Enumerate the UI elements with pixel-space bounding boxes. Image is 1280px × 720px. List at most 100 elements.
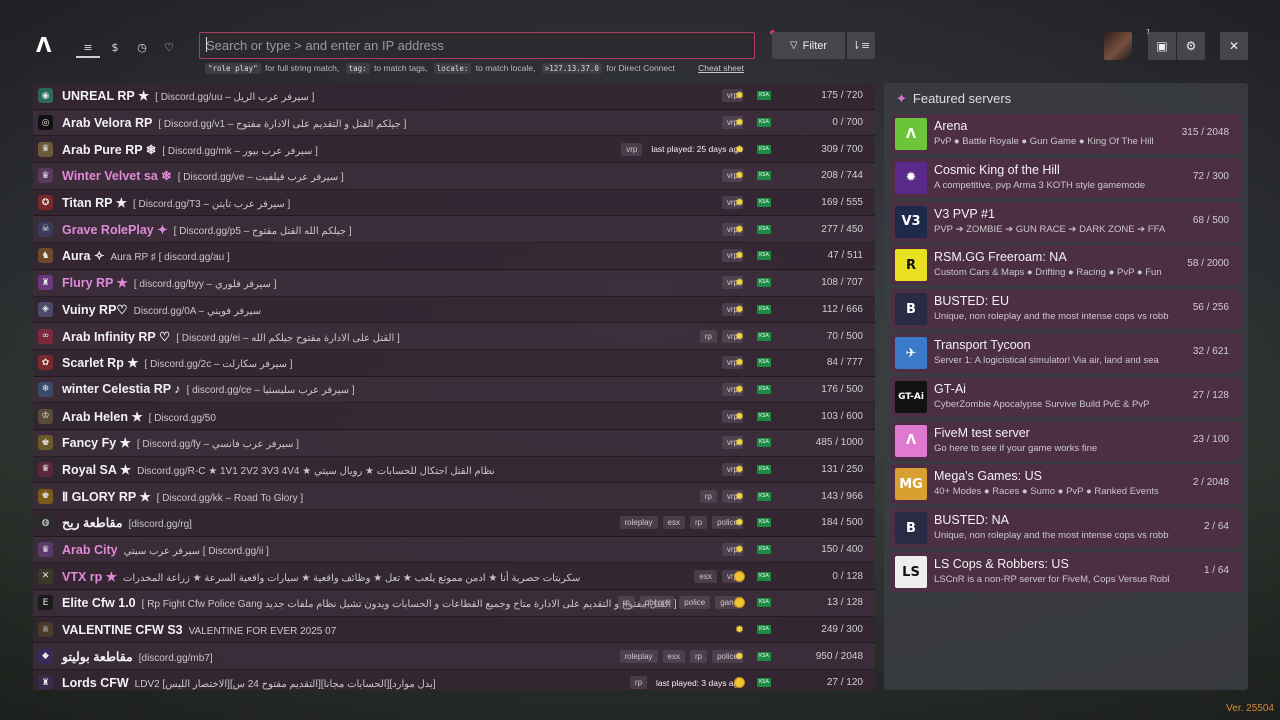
featured-player-count: 1 / 64 (1203, 565, 1229, 576)
server-row[interactable]: ☠ Grave RolePlay ✦ [ Discord.gg/p5 – جيلك… (33, 216, 875, 244)
sun-icon: ✹ (734, 302, 745, 316)
saudi-flag-icon: KSA (757, 651, 771, 661)
sun-icon: ✹ (734, 409, 745, 423)
version-label: Ver. 25504 (1226, 703, 1274, 714)
featured-server-image: Λ (895, 424, 927, 457)
close-button[interactable]: ✕ (1220, 32, 1248, 60)
server-row[interactable]: ✿ Scarlet Rp ★ [ Discord.gg/2c – سيرفر سك… (33, 349, 875, 377)
fivem-logo[interactable]: Λ (36, 34, 56, 56)
featured-server-card[interactable]: MG Mega's Games: US 40+ Modes ● Races ● … (891, 464, 1241, 505)
featured-server-image: LS (895, 556, 927, 588)
server-row[interactable]: ♕ VALENTINE CFW S3 VALENTINE FOR EVER 202… (33, 616, 875, 644)
search-input[interactable] (200, 33, 754, 58)
server-row[interactable]: ♛ Winter Velvet sa ❄ [ Discord.gg/ve – سي… (33, 163, 875, 190)
server-name: Scarlet Rp ★ [ Discord.gg/2c – سيرفر سكار… (62, 355, 293, 370)
server-icon: ♔ (38, 408, 53, 424)
server-icon: ♛ (38, 141, 53, 157)
featured-server-card[interactable]: ✹ Cosmic King of the Hill A competitive,… (891, 157, 1241, 198)
filter-button[interactable]: ▽ Filter (772, 32, 845, 59)
featured-server-name: GT-Ai (934, 381, 966, 396)
server-tag: qbcore (639, 596, 675, 610)
server-row[interactable]: ♜ Flury RP ★ [ discord.gg/byy – سيرفر فلو… (33, 269, 875, 297)
server-row[interactable]: ♔ Arab Helen ★[ Discord.gg/50 vrp ✹ KSA … (33, 403, 875, 430)
heart-icon[interactable]: ♡ (157, 38, 181, 56)
saudi-flag-icon: KSA (757, 171, 771, 181)
saudi-flag-icon: KSA (757, 331, 771, 341)
server-tags: rp qbcore police gang (617, 596, 743, 610)
featured-server-card[interactable]: B BUSTED: EU Unique, non roleplay and th… (891, 289, 1241, 330)
featured-player-count: 56 / 256 (1192, 302, 1229, 314)
sort-button[interactable]: ⇂≡ (847, 32, 875, 59)
featured-server-name: BUSTED: NA (934, 513, 1010, 528)
saudi-flag-icon: KSA (757, 118, 771, 128)
notifications-button[interactable]: ▣ (1148, 32, 1176, 60)
cheat-sheet-link[interactable]: Cheat sheet (698, 63, 744, 73)
player-count: 0 / 128 (832, 570, 863, 582)
featured-server-card[interactable]: ✈ Transport Tycoon Server 1: A logicisti… (891, 333, 1241, 373)
search-bar[interactable] (199, 32, 755, 59)
settings-button[interactable]: ⚙ (1177, 32, 1205, 60)
server-row[interactable]: ✕ VTX rp ★ سكربتات حصرية أنا ★ ادمن مموتع… (33, 563, 875, 591)
server-row[interactable]: ♛ Royal SA ★ Discord.gg/R-C ★ 1V1 2V2 3V3… (33, 456, 875, 484)
avatar[interactable] (1104, 32, 1132, 60)
server-row[interactable]: ◍ مقاطعة ريح [discord.gg/rg] roleplay esx r… (33, 510, 875, 537)
featured-server-card[interactable]: GT-Ai GT-Ai CyberZombie Apocalypse Survi… (891, 376, 1241, 417)
dollar-icon[interactable]: $ (103, 38, 127, 56)
player-count: 84 / 777 (826, 357, 863, 369)
server-row[interactable]: ◆ مقاطعة بوليتو [discord.gg/mb7] roleplay… (33, 643, 875, 671)
server-row[interactable]: ✪ Titan RP ★ [ Discord.gg/T3 – سيرفر عرب … (33, 189, 875, 217)
server-row[interactable]: E Elite Cfw 1.0 [ Rp Fight Cfw Police Gan… (33, 590, 875, 617)
server-row[interactable]: ◉ UNREAL RP ★ [ Discord.gg/uu – سيرفر عرب… (33, 83, 875, 110)
featured-server-card[interactable]: V3 V3 PVP #1 PVP ➔ ZOMBIE ➔ GUN RACE ➔ D… (891, 201, 1241, 242)
server-description: سكربتات حصرية أنا ★ ادمن مموتع يلعب ★ تع… (122, 572, 581, 584)
featured-player-count: 2 / 2048 (1192, 477, 1229, 489)
server-row[interactable]: ♛ Arab City سيرفر عرب سيتي [ Discord.gg/i… (33, 536, 875, 564)
server-description: [discord.gg/mb7] (138, 652, 213, 664)
featured-server-description: Unique, non roleplay and the most intens… (934, 311, 1169, 323)
featured-player-count: 23 / 100 (1192, 433, 1229, 445)
server-row[interactable]: ∞ Arab Infinity RP ♡ [ Discord.gg/ei – ال… (33, 323, 875, 350)
sun-icon: ✹ (734, 489, 745, 503)
hint-code-string: "role play" (205, 63, 261, 74)
server-name-text: Flury RP ★ (62, 276, 128, 291)
server-icon: ♚ (38, 435, 53, 451)
server-row[interactable]: ♜ Lords CFW LDV2 [الاختصار الليس][التقديم… (33, 670, 875, 690)
list-icon[interactable]: ≡ (76, 38, 100, 58)
featured-server-card[interactable]: Λ Arena PvP ● Battle Royale ● Gun Game ●… (891, 114, 1241, 154)
server-name-text: Winter Velvet sa ❄ (62, 169, 172, 184)
featured-server-card[interactable]: R RSM.GG Freeroam: NA Custom Cars & Maps… (891, 245, 1241, 286)
server-row[interactable]: ♛ Arab Pure RP ❄ [ Discord.gg/mk – سيرفر … (33, 136, 875, 164)
server-icon: ✕ (38, 568, 53, 584)
server-name: VALENTINE CFW S3 VALENTINE FOR EVER 2025 … (62, 623, 336, 637)
server-row[interactable]: ◈ Vuiny RP♡ Discord.gg/0A – سيرفر فويني v… (33, 296, 875, 324)
last-played: last played: 3 days ago (656, 677, 743, 688)
server-icon: ♜ (38, 675, 53, 690)
featured-server-card[interactable]: LS LS Cops & Robbers: US LSCnR is a non-… (891, 552, 1241, 592)
server-description: سيرفر عرب سيتي [ Discord.gg/ii ] (123, 545, 269, 557)
hint-text: to match locale, (475, 63, 536, 73)
featured-player-count: 72 / 300 (1192, 170, 1229, 182)
server-row[interactable]: ◎ Arab Velora RP [ Discord.gg/v1 – جيلكم … (33, 109, 875, 137)
server-row[interactable]: ❄ winter Celestia RP ♪ [ discord.gg/ce – … (33, 376, 875, 404)
saudi-flag-icon: KSA (757, 598, 771, 608)
saudi-flag-icon: KSA (757, 304, 771, 314)
player-count: 150 / 400 (821, 544, 863, 556)
server-icon: ✪ (38, 195, 53, 211)
saudi-flag-icon: KSA (757, 198, 771, 208)
server-description: [ Discord.gg/ei – القتل على الادارة مفتو… (176, 332, 400, 344)
featured-player-count: 315 / 2048 (1181, 127, 1229, 138)
history-icon[interactable]: ◷ (130, 38, 154, 56)
sun-icon: ✹ (734, 543, 745, 557)
server-name: Arab Velora RP [ Discord.gg/v1 – جيلكم ال… (62, 116, 406, 130)
server-icon: ◍ (38, 515, 53, 531)
featured-server-card[interactable]: Λ FiveM test server Go here to see if yo… (891, 420, 1241, 461)
server-row[interactable]: ♞ Aura ✧ Aura RP ♯ [ discord.gg/au ] vrp … (33, 243, 875, 270)
server-name: Winter Velvet sa ❄ [ Discord.gg/ve – سيرف… (62, 168, 344, 183)
featured-server-image: V3 (895, 205, 927, 238)
server-row[interactable]: ♚ Fancy Fy ★ [ Discord.gg/fy – سيرفر عرب … (33, 429, 875, 457)
server-row[interactable]: ♚ Ⅱ GLORY RP ★ [ Discord.gg/kk – Road To … (33, 483, 875, 510)
sort-icon: ⇂≡ (851, 39, 871, 52)
featured-panel: ✦ Featured servers Λ Arena PvP ● Battle R… (884, 83, 1248, 690)
server-description: Discord.gg/0A – سيرفر فويني (133, 305, 262, 317)
featured-server-card[interactable]: B BUSTED: NA Unique, non roleplay and th… (891, 508, 1241, 549)
